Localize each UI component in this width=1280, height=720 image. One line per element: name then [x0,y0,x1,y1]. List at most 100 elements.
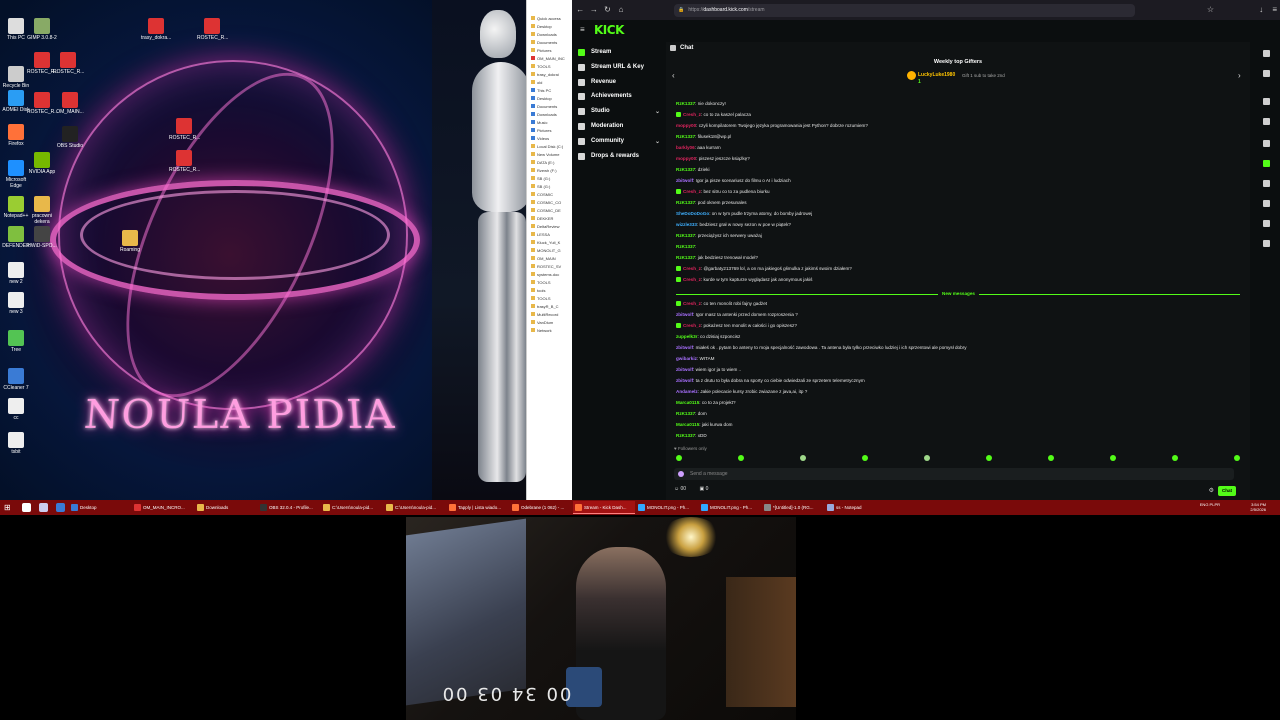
explorer-item[interactable]: SB (G:) [527,174,572,182]
taskbar-app[interactable]: C:\Users\noula-pid... [321,501,383,514]
desktop-icon[interactable]: ROSTEC_R... [169,150,200,173]
chat-username[interactable]: zuppelk3r [676,334,697,339]
explorer-item[interactable]: OM_MAIN [527,254,572,262]
nav-item-drops-rewards[interactable]: Drops & rewards [578,150,662,162]
chat-username[interactable]: Cresh_z [683,323,701,328]
bookmark-star-icon[interactable]: ☆ [1205,4,1216,16]
kick-logo[interactable]: KICK [594,23,624,37]
chat-username[interactable]: zbitwolf [676,345,693,350]
chat-username[interactable]: Marca0115 [676,400,699,405]
desktop-icon[interactable]: Roaming [115,230,145,253]
language-indicator[interactable]: ENG PLPR [1200,502,1220,507]
explorer-item[interactable]: Downloads [527,30,572,38]
desktop-icon[interactable]: ROSTEC_R... [27,92,58,115]
expand-icon[interactable] [1263,140,1270,147]
chat-username[interactable]: Cresh_z [683,301,701,306]
chat-username[interactable]: RzK1337 [676,255,695,260]
explorer-item[interactable]: Desktop [527,22,572,30]
explorer-item[interactable]: MultiRecord [527,310,572,318]
emote-picker-icon[interactable] [678,471,684,477]
taskbar-app[interactable]: Odebrane (1 062) - ... [510,501,572,514]
emote-icon[interactable] [1234,455,1240,461]
desktop-icon[interactable]: GIMP 3.0.8-2 [27,18,57,41]
desktop-icon[interactable]: new 2 [1,262,31,285]
taskbar-app[interactable]: Downloads [195,501,257,514]
back-icon[interactable]: ← [575,4,586,16]
emote-icon[interactable] [1048,455,1054,461]
chat-username[interactable]: Cresh_z [683,277,701,282]
clock[interactable]: 3:54 PM 2/5/2026 [1250,502,1266,512]
resize-icon[interactable] [1263,180,1270,187]
explorer-item[interactable]: MONOLIT_G [527,246,572,254]
desktop-icon[interactable]: OM_MAIN... [55,92,85,115]
taskbar-app[interactable]: MONOLIT.png - Ph... [699,501,761,514]
chat-username[interactable]: RzK1337 [676,200,695,205]
desktop-icon[interactable]: ROSTEC_R... [169,118,200,141]
chat-username[interactable]: Cresh_z [683,112,701,117]
home-icon[interactable]: ⌂ [616,4,627,16]
emote-icon[interactable] [986,455,992,461]
emote-icon[interactable] [1110,455,1116,461]
chat-username[interactable]: moppy00 [676,123,696,128]
desktop-icon[interactable]: tsbit [1,432,31,455]
desktop-icon[interactable]: trasy_dokra... [141,18,171,41]
chat-username[interactable]: zbitwolf [676,312,693,317]
explorer-item[interactable]: trasy_dokrai [527,70,572,78]
explorer-item[interactable]: Documents [527,102,572,110]
chat-username[interactable]: Cresh_z [683,189,701,194]
emote-icon[interactable] [924,455,930,461]
explorer-item[interactable]: Downloads [527,110,572,118]
explorer-item[interactable]: tools [527,286,572,294]
chat-username[interactable]: Andamelz [676,389,698,394]
chat-username[interactable]: RzK1337 [676,433,695,438]
explorer-item[interactable]: Desktop [527,94,572,102]
nav-item-community[interactable]: Community ⌄ [578,135,662,147]
prev-arrow-icon[interactable]: ‹ [672,71,675,80]
explorer-item[interactable]: Music [527,118,572,126]
nav-item-stream[interactable]: Stream [578,46,662,58]
desktop-icon[interactable]: new 3 [1,292,31,315]
emote-icon[interactable] [1172,455,1178,461]
chat-username[interactable]: RzK1337 [676,167,695,172]
explorer-item[interactable]: SB (G:) [527,182,572,190]
explorer-item[interactable]: DATA (E:) [527,158,572,166]
taskbar-app[interactable]: OBS 32.0.4 - Profile... [258,501,320,514]
explorer-item[interactable]: TOOLS [527,294,572,302]
explorer-item[interactable]: TOOLS [527,62,572,70]
url-bar[interactable]: 🔒 https://dashboard.kick.com/stream [674,3,1136,17]
download-icon[interactable]: ↓ [1256,4,1267,16]
search-icon[interactable] [22,503,31,512]
nav-item-achievements[interactable]: Achievements [578,90,662,102]
nav-item-moderation[interactable]: Moderation [578,120,662,132]
explorer-item[interactable]: old [527,78,572,86]
reload-icon[interactable]: ↻ [602,4,613,16]
edge-icon[interactable] [56,503,65,512]
chat-username[interactable]: zbitwolf [676,378,693,383]
explorer-item[interactable]: DeltaReview [527,222,572,230]
explorer-item[interactable]: Quick access [527,14,572,22]
explorer-item[interactable]: LESSA [527,230,572,238]
send-message-input[interactable]: Send a message [674,468,1234,480]
top-gifter-name[interactable]: LuckyLuke1980 [918,72,955,78]
emote-icon[interactable] [676,455,682,461]
nav-item-studio[interactable]: Studio ⌄ [578,105,662,117]
chat-send-button[interactable]: Chat [1218,486,1236,496]
task-view-icon[interactable] [39,503,48,512]
explorer-item[interactable]: COSMIC_DE [527,206,572,214]
emote-icon[interactable] [800,455,806,461]
explorer-item[interactable]: VanDium [527,318,572,326]
chat-bubble-icon[interactable] [1263,160,1270,167]
more-icon[interactable] [1263,70,1270,77]
explorer-item[interactable]: TOOLS [527,278,572,286]
explorer-item[interactable]: COSMIC_CO [527,198,572,206]
desktop-icon[interactable]: OBS Studio [55,126,85,149]
hamburger-icon[interactable]: ≡ [580,25,585,34]
explorer-item[interactable]: Network [527,326,572,334]
pin-icon[interactable] [1263,118,1270,125]
wrench-icon[interactable] [1263,220,1270,227]
taskbar-app[interactable]: Stream - Kick Dash... [573,501,635,514]
emote-icon[interactable] [862,455,868,461]
nav-item-stream-url-key[interactable]: Stream URL & Key [578,61,662,73]
explorer-item[interactable]: Pictures [527,46,572,54]
taskbar-app[interactable]: ss - Notepad [825,501,887,514]
